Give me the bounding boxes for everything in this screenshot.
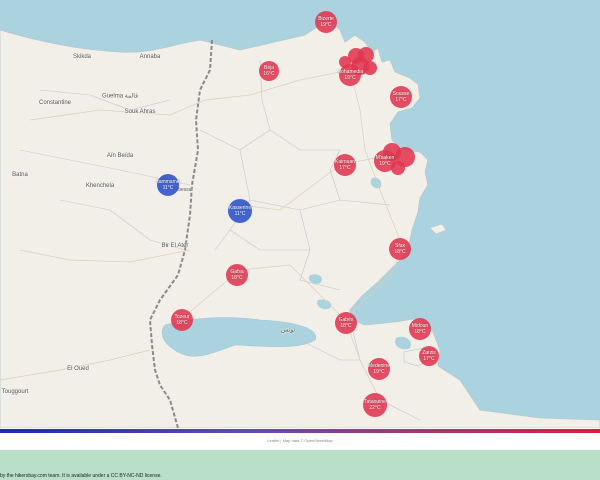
weather-marker-beja[interactable]: Béja 16°C — [259, 61, 279, 81]
weather-marker-grombalia[interactable] — [339, 56, 351, 68]
place-label: Bir El Ater — [161, 243, 189, 249]
place-label: Khenchela — [85, 183, 115, 189]
marker-temp: 16°C — [263, 71, 275, 77]
marker-temp: 18°C — [340, 323, 352, 329]
weather-marker-hammamet-alg[interactable]: Hammamet 11°C — [155, 174, 181, 196]
place-label: Annaba — [139, 54, 161, 60]
place-label: Guelma قالمة — [102, 93, 138, 100]
weather-marker-gafsa[interactable]: Gafsa 18°C — [226, 264, 248, 286]
land-area — [0, 19, 600, 428]
weather-marker-midoun[interactable]: Midoun 18°C — [409, 318, 431, 340]
place-label: Constantine — [38, 100, 72, 106]
footer-license-text: by the hikersbay.com team. It is availab… — [0, 473, 162, 479]
place-label: El Oued — [67, 366, 89, 372]
marker-temp: 18°C — [414, 329, 426, 335]
weather-marker-moknine[interactable] — [391, 161, 405, 175]
kerkennah-island — [429, 223, 447, 235]
footer: by the hikersbay.com team. It is availab… — [0, 450, 600, 480]
place-label: Touggourt — [1, 389, 29, 395]
weather-marker-sousse[interactable]: Sousse 17°C — [390, 86, 412, 108]
marker-temp: 17°C — [423, 356, 435, 362]
map-base — [0, 19, 600, 428]
weather-marker-sfax[interactable]: Sfax 18°C — [389, 238, 411, 260]
weather-marker-kasserine[interactable]: Kasserine 11°C — [228, 199, 252, 223]
marker-temp: 17°C — [395, 97, 407, 103]
place-label: Souk Ahras — [124, 109, 156, 115]
marker-temp: 17°C — [339, 165, 351, 171]
weather-marker-medenine[interactable]: Medenine 19°C — [368, 358, 390, 380]
place-label: تونس — [280, 327, 296, 334]
marker-temp: 19°C — [373, 369, 385, 375]
marker-temp: 19°C — [379, 161, 391, 167]
place-label: Aïn Beïda — [106, 153, 134, 159]
marker-temp: 19°C — [344, 75, 356, 81]
marker-temp: 22°C — [369, 405, 381, 411]
weather-marker-kairouan[interactable]: Kairouan 17°C — [334, 154, 356, 176]
marker-temp: 11°C — [234, 211, 246, 217]
marker-temp: 19°C — [320, 22, 332, 28]
marker-temp: 18°C — [231, 275, 243, 281]
marker-temp: 18°C — [176, 320, 188, 326]
weather-marker-zarzis[interactable]: Zarzis 17°C — [419, 346, 439, 366]
weather-marker-tataouine[interactable]: Tataouine 22°C — [363, 393, 387, 417]
weather-marker-nabeul[interactable] — [363, 61, 377, 75]
weather-marker-tozeur[interactable]: Tozeur 18°C — [171, 309, 193, 331]
place-label: Batna — [12, 172, 28, 178]
map-attribution: Leaflet | Map data © OpenStreetMap — [267, 438, 333, 443]
place-label: Skikda — [72, 54, 92, 60]
temperature-legend-bar — [0, 429, 600, 433]
weather-marker-gabes[interactable]: Gabès 18°C — [335, 312, 357, 334]
marker-temp: 18°C — [394, 249, 406, 255]
weather-marker-bizerte[interactable]: Bizerte 19°C — [315, 11, 337, 33]
marker-temp: 11°C — [162, 185, 174, 191]
map[interactable]: Skikda Annaba Guelma قالمة Constantine S… — [0, 0, 600, 428]
